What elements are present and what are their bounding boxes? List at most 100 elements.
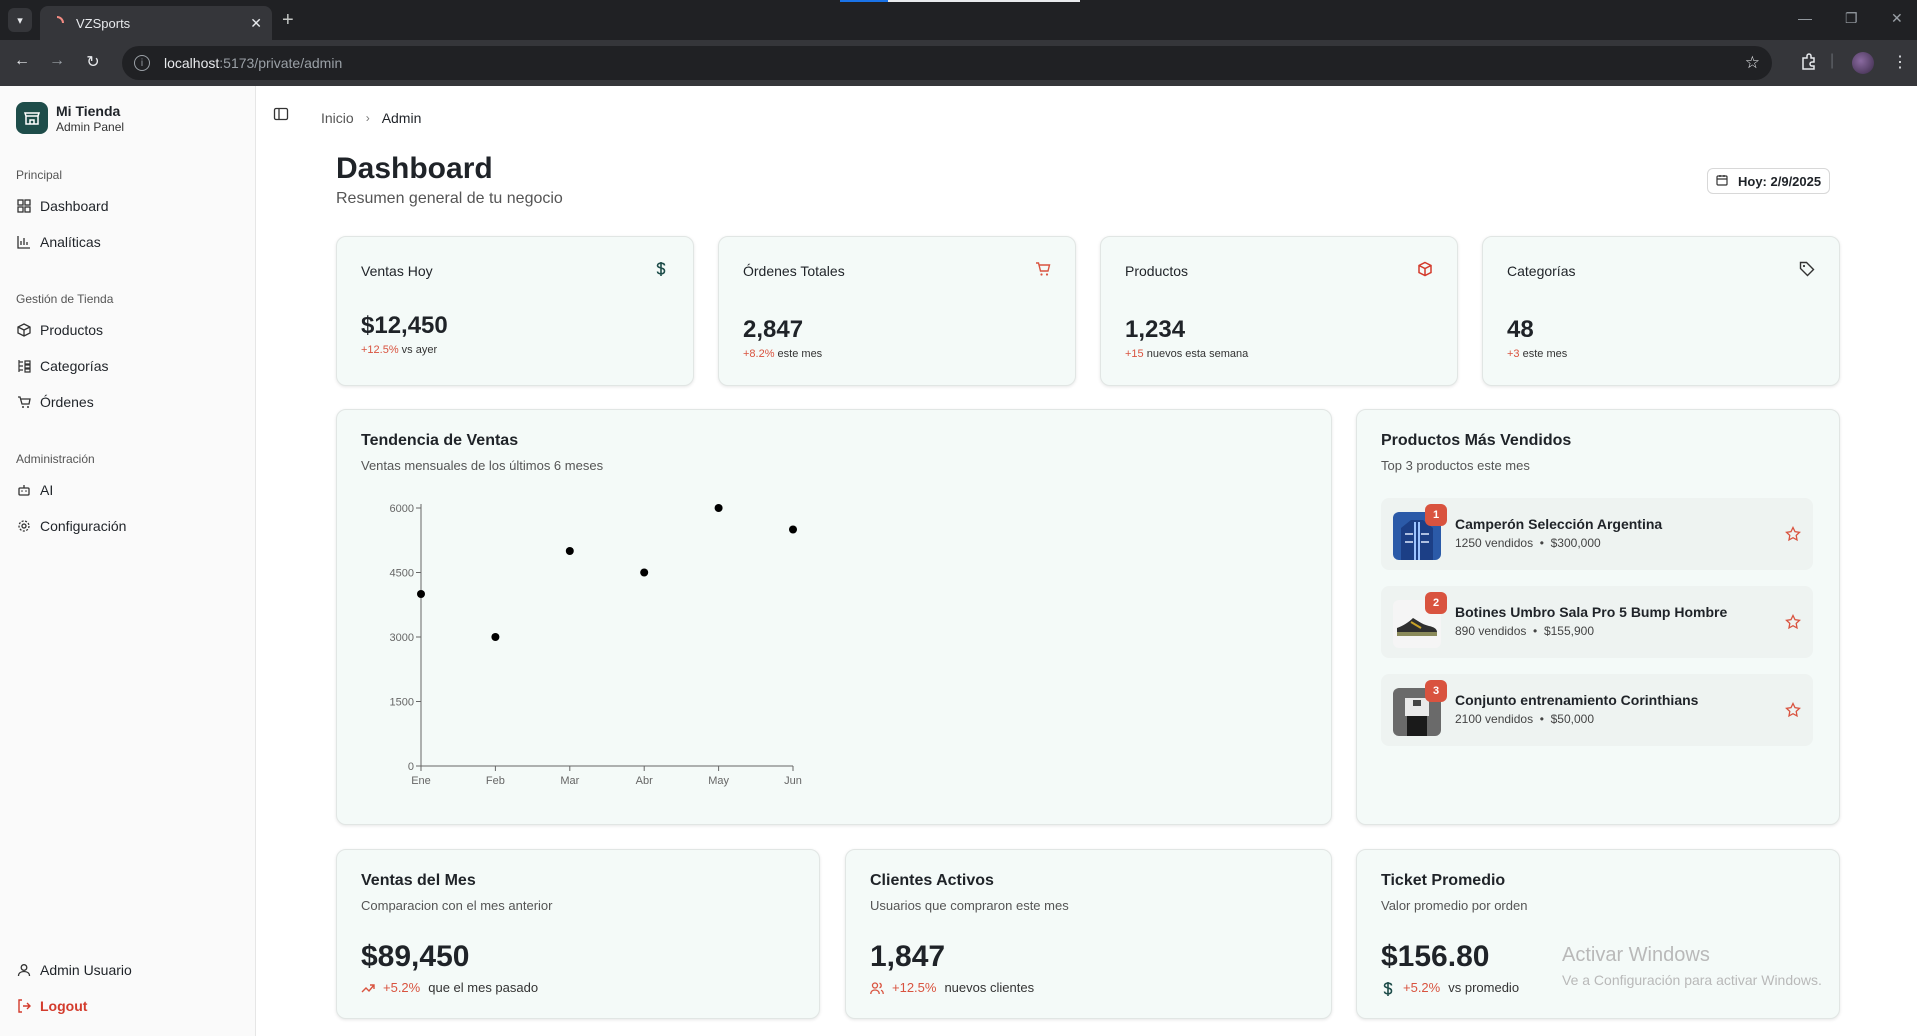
page-title: Dashboard <box>336 152 493 185</box>
dollar-icon <box>653 261 669 277</box>
sales-scatter-chart: 0 1500 3000 4500 6000 Ene Feb Mar Abr May Jun <box>390 503 802 787</box>
product-revenue: $300,000 <box>1550 536 1601 550</box>
toolbar-divider: | <box>1830 52 1835 69</box>
product-item[interactable]: 2 Botines Umbro Sala Pro 5 Bump Hombre 8… <box>1381 586 1813 658</box>
logout-button[interactable]: Logout <box>16 994 240 1018</box>
app-root: Mi Tienda Admin Panel Principal Dashboar… <box>0 86 1917 1036</box>
reload-icon[interactable]: ↻ <box>82 52 104 72</box>
sidebar-item-configuracion[interactable]: Configuración <box>16 514 240 538</box>
sidebar-toggle-icon[interactable] <box>273 106 289 122</box>
bookmark-star-icon[interactable]: ☆ <box>1745 53 1760 73</box>
card-change-pct: +5.2% <box>383 980 421 995</box>
sidebar-item-ordenes[interactable]: Órdenes <box>16 390 240 414</box>
product-meta: 1250 vendidos • $300,000 <box>1455 536 1601 550</box>
stat-title: Órdenes Totales <box>743 263 845 279</box>
stat-card-categorias: Categorías 48 +3 este mes <box>1482 236 1840 386</box>
breadcrumb-home[interactable]: Inicio <box>321 110 354 126</box>
group-label-gestion: Gestión de Tienda <box>16 292 114 306</box>
sidebar-item-label: Productos <box>40 322 104 338</box>
close-window-icon[interactable]: ✕ <box>1891 10 1903 27</box>
rank-badge: 2 <box>1425 592 1447 614</box>
data-point <box>640 568 649 577</box>
minimize-icon[interactable]: — <box>1798 10 1812 26</box>
sidebar-item-analiticas[interactable]: Analíticas <box>16 230 240 254</box>
star-icon[interactable] <box>1785 701 1801 718</box>
sidebar-item-label: Categorías <box>40 358 109 374</box>
tab-close-icon[interactable]: ✕ <box>250 15 262 32</box>
star-icon[interactable] <box>1785 525 1801 542</box>
product-revenue: $155,900 <box>1543 624 1594 638</box>
group-label-administracion: Administración <box>16 452 95 466</box>
url-path: :5173/private/admin <box>219 55 343 71</box>
product-sold: 2100 vendidos <box>1455 712 1534 726</box>
cart-icon <box>16 394 32 410</box>
store-logo-icon <box>16 102 48 134</box>
card-title: Ventas del Mes <box>361 872 476 889</box>
sidebar-item-ai[interactable]: AI <box>16 478 240 502</box>
y-tick-label: 6000 <box>390 503 414 515</box>
address-bar[interactable]: i localhost :5173/private/admin ☆ <box>122 46 1772 80</box>
product-name: Conjunto entrenamiento Corinthians <box>1455 692 1699 708</box>
gear-icon <box>16 518 32 534</box>
product-item[interactable]: 1 Camperón Selección Argentina 1250 vend… <box>1381 498 1813 570</box>
sidebar-item-productos[interactable]: Productos <box>16 318 240 342</box>
trending-up-icon <box>361 981 375 995</box>
data-point <box>714 504 723 512</box>
monthly-sales-card: Ventas del Mes Comparacion con el mes an… <box>336 849 820 1019</box>
card-change: +5.2% vs promedio <box>1381 980 1519 996</box>
date-button[interactable]: Hoy: 2/9/2025 <box>1707 168 1831 194</box>
sidebar-item-categorias[interactable]: Categorías <box>16 354 240 378</box>
star-icon[interactable] <box>1785 613 1801 630</box>
stat-change: +15 nuevos esta semana <box>1125 348 1248 360</box>
stat-change-text: nuevos esta semana <box>1143 348 1249 360</box>
stat-title: Productos <box>1125 263 1189 279</box>
user-name: Admin Usuario <box>40 962 132 978</box>
y-tick-label: 1500 <box>390 697 414 709</box>
avg-ticket-card: Ticket Promedio Valor promedio por orden… <box>1356 849 1840 1019</box>
x-tick-label: Jun <box>784 775 802 787</box>
extensions-icon[interactable] <box>1800 52 1818 75</box>
card-title: Productos Más Vendidos <box>1381 432 1572 449</box>
stat-value: 2,847 <box>743 316 804 343</box>
data-point <box>789 525 797 534</box>
product-name: Camperón Selección Argentina <box>1455 516 1663 532</box>
back-icon[interactable]: ← <box>11 52 33 70</box>
card-change: +5.2% que el mes pasado <box>361 980 538 995</box>
stat-change-pct: +8.2% <box>743 348 775 360</box>
new-tab-button[interactable]: + <box>282 10 294 30</box>
product-item[interactable]: 3 Conjunto entrenamiento Corinthians 210… <box>1381 674 1813 746</box>
stat-title: Categorías <box>1507 263 1576 279</box>
browser-menu-icon[interactable]: ⋮ <box>1892 52 1908 72</box>
box-icon <box>1417 261 1433 277</box>
tab-search-button[interactable]: ▾ <box>8 8 32 32</box>
bot-icon <box>16 482 32 498</box>
card-value: $156.80 <box>1381 940 1490 973</box>
cart-icon <box>1035 261 1051 277</box>
loading-bar-track <box>888 0 1080 2</box>
loading-bar <box>840 0 888 2</box>
restore-icon[interactable]: ❐ <box>1845 10 1858 27</box>
breadcrumb: Inicio › Admin <box>321 110 421 126</box>
browser-tab-bar: ▾ VZSports ✕ + — ❐ ✕ <box>0 0 1917 40</box>
tab-title: VZSports <box>76 15 131 31</box>
product-sold: 1250 vendidos <box>1455 536 1534 550</box>
stat-change-pct: +3 <box>1507 348 1520 360</box>
x-tick-label: Abr <box>636 775 653 787</box>
date-label: Hoy: 2/9/2025 <box>1738 173 1822 189</box>
brand-subtitle: Admin Panel <box>56 119 125 134</box>
card-value: $89,450 <box>361 940 470 973</box>
main-content: Inicio › Admin Dashboard Resumen general… <box>257 86 1917 1036</box>
browser-tab[interactable]: VZSports ✕ <box>40 6 272 40</box>
card-subtitle: Ventas mensuales de los últimos 6 meses <box>361 458 604 473</box>
stat-change: +8.2% este mes <box>743 348 822 360</box>
breadcrumb-current: Admin <box>381 110 422 126</box>
profile-avatar[interactable] <box>1852 52 1874 74</box>
brand[interactable]: Mi Tienda Admin Panel <box>16 102 124 134</box>
page-subtitle: Resumen general de tu negocio <box>336 190 563 207</box>
card-change-text: que el mes pasado <box>428 980 539 995</box>
sidebar-user[interactable]: Admin Usuario <box>16 958 240 982</box>
stat-card-ventas-hoy: Ventas Hoy $12,450 +12.5% vs ayer <box>336 236 694 386</box>
sidebar-item-dashboard[interactable]: Dashboard <box>16 194 240 218</box>
site-info-icon[interactable]: i <box>134 55 150 71</box>
forward-icon[interactable]: → <box>46 52 68 70</box>
